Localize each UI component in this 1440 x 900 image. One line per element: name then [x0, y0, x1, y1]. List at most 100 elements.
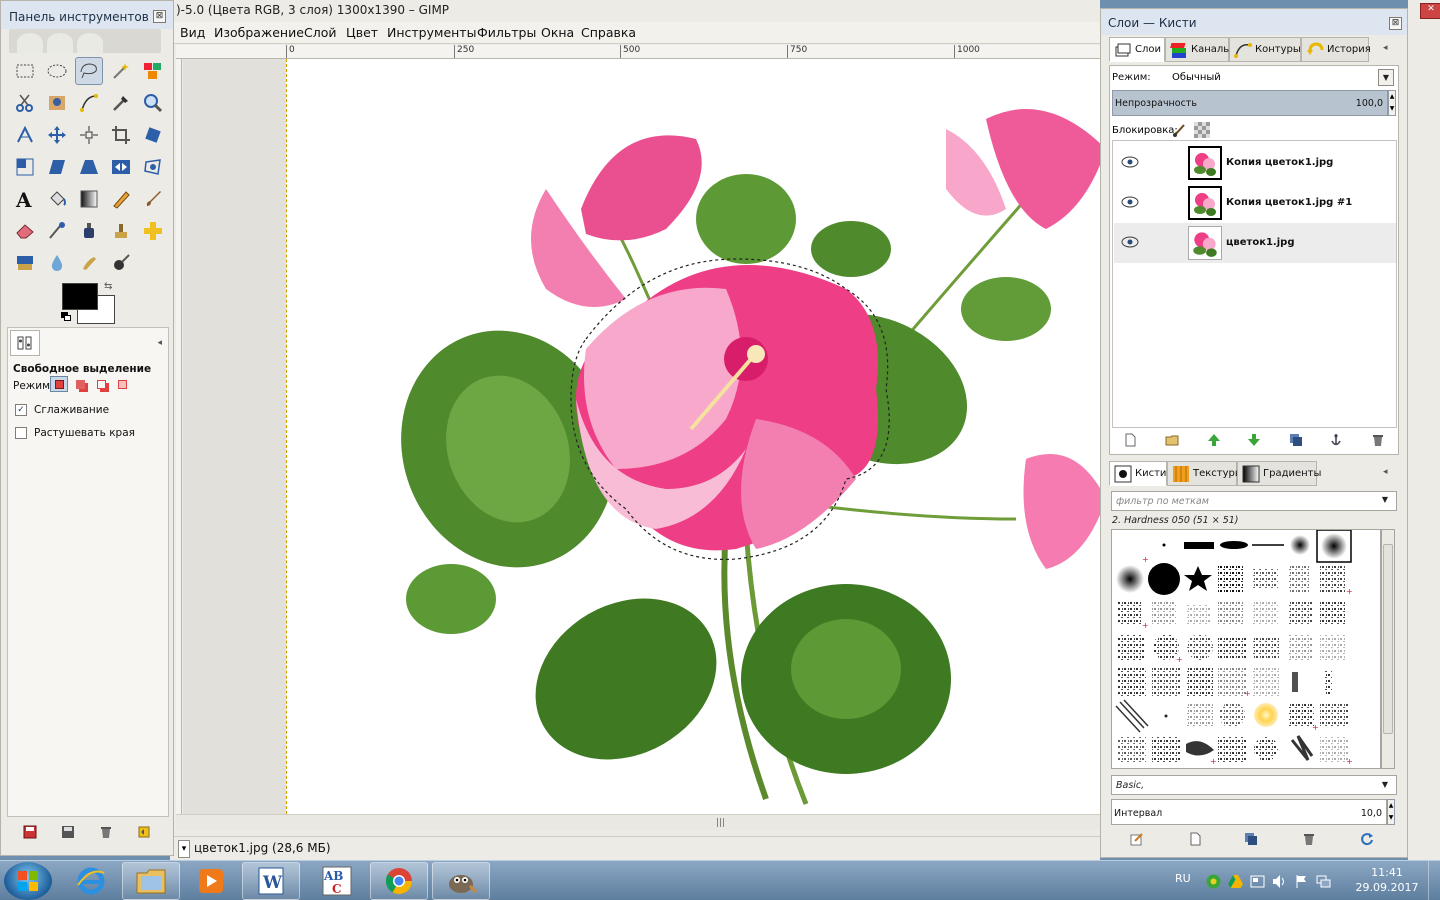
rotate-tool-icon[interactable]	[139, 121, 167, 149]
refresh-brushes-icon[interactable]	[1359, 831, 1375, 847]
flip-tool-icon[interactable]	[107, 153, 135, 181]
horizontal-ruler[interactable]: 0 250 500 750 1000	[176, 45, 1100, 59]
free-select-tool-icon[interactable]	[75, 57, 103, 85]
color-picker-tool-icon[interactable]	[107, 89, 135, 117]
google-drive-icon[interactable]	[1228, 874, 1243, 889]
brushes-panel-collapse-icon[interactable]: ◂	[1383, 467, 1388, 477]
status-dropdown[interactable]: ▾	[178, 840, 190, 858]
scale-tool-icon[interactable]	[11, 153, 39, 181]
new-brush-icon[interactable]	[1187, 831, 1203, 847]
eraser-tool-icon[interactable]	[11, 217, 39, 245]
text-tool-icon[interactable]: A	[11, 185, 39, 213]
visibility-eye-icon[interactable]	[1121, 155, 1139, 169]
dock-close-icon[interactable]: ⊠	[1389, 17, 1402, 30]
shear-tool-icon[interactable]	[43, 153, 71, 181]
anchor-layer-icon[interactable]	[1328, 432, 1344, 448]
antialias-option[interactable]: ✓ Сглаживание	[15, 404, 109, 416]
lock-pixels-icon[interactable]	[1172, 122, 1188, 138]
horizontal-scrollbar[interactable]: |||	[176, 814, 1100, 830]
network-icon[interactable]	[1316, 874, 1331, 889]
lock-alpha-icon[interactable]	[1194, 122, 1210, 138]
brush-grid[interactable]: + + + + + + + +	[1111, 529, 1381, 769]
ellipse-select-tool-icon[interactable]	[43, 57, 71, 85]
move-tool-icon[interactable]	[43, 121, 71, 149]
tab-patterns[interactable]: Текстуры	[1167, 461, 1243, 486]
scroll-grip[interactable]: |||	[716, 818, 725, 828]
edit-brush-icon[interactable]	[1129, 831, 1145, 847]
feather-option[interactable]: Растушевать края	[15, 427, 135, 439]
blur-tool-icon[interactable]	[43, 249, 71, 277]
mode-intersect-button[interactable]	[113, 376, 131, 392]
tray-green-icon[interactable]	[1206, 874, 1221, 889]
airbrush-tool-icon[interactable]	[43, 217, 71, 245]
brush-tag-filter-input[interactable]: фильтр по меткам	[1111, 491, 1397, 511]
taskbar-abc-button[interactable]: AB C	[308, 862, 366, 900]
foreground-color-swatch[interactable]	[62, 283, 98, 310]
spacing-spinner[interactable]: ▲ ▼	[1387, 799, 1395, 825]
tab-brushes[interactable]: Кисти	[1109, 461, 1167, 486]
duplicate-brush-icon[interactable]	[1243, 831, 1259, 847]
layer-row-selected[interactable]: цветок1.jpg	[1114, 223, 1396, 263]
zoom-tool-icon[interactable]	[139, 89, 167, 117]
delete-layer-icon[interactable]	[1370, 432, 1386, 448]
heal-tool-icon[interactable]	[139, 217, 167, 245]
layer-row[interactable]: Копия цветок1.jpg #1	[1114, 183, 1396, 223]
taskbar-gimp-button[interactable]	[432, 862, 490, 900]
restore-options-icon[interactable]	[59, 823, 77, 841]
tab-gradients[interactable]: Градиенты	[1237, 461, 1321, 486]
menu-color[interactable]: Цвет	[346, 25, 378, 40]
fuzzy-select-tool-icon[interactable]	[107, 57, 135, 85]
tray-window-icon[interactable]	[1250, 874, 1265, 889]
tab-history[interactable]: История	[1301, 37, 1371, 62]
rect-select-tool-icon[interactable]	[11, 57, 39, 85]
menu-filters[interactable]: Фильтры	[477, 25, 536, 40]
filter-dropdown-icon[interactable]: ▼	[1377, 492, 1393, 509]
save-options-icon[interactable]	[21, 823, 39, 841]
layer-name[interactable]: Копия цветок1.jpg #1	[1226, 197, 1352, 208]
menu-windows[interactable]: Окна	[541, 25, 574, 40]
show-desktop-button[interactable]	[1428, 861, 1440, 900]
tab-channels[interactable]: Каналы	[1165, 37, 1231, 62]
layer-mode-dropdown-icon[interactable]: ▼	[1378, 69, 1394, 86]
dodge-burn-tool-icon[interactable]	[107, 249, 135, 277]
reset-options-icon[interactable]	[135, 823, 153, 841]
clone-tool-icon[interactable]	[107, 217, 135, 245]
menu-help[interactable]: Справка	[581, 25, 636, 40]
measure-tool-icon[interactable]	[11, 121, 39, 149]
feather-checkbox[interactable]	[15, 427, 27, 439]
mode-add-button[interactable]	[71, 376, 89, 392]
align-tool-icon[interactable]	[75, 121, 103, 149]
clock[interactable]: 11:41 29.09.2017	[1350, 865, 1424, 895]
ink-tool-icon[interactable]	[75, 217, 103, 245]
taskbar-media-button[interactable]	[182, 862, 240, 900]
opacity-spinner[interactable]: ▲ ▼	[1388, 90, 1396, 116]
brush-tags-dropdown-icon[interactable]: ▼	[1377, 777, 1393, 794]
language-indicator[interactable]: RU	[1175, 872, 1191, 885]
canvas[interactable]	[183, 59, 1100, 814]
delete-brush-icon[interactable]	[1301, 831, 1317, 847]
taskbar-explorer-button[interactable]	[122, 862, 180, 900]
crop-tool-icon[interactable]	[107, 121, 135, 149]
brush-tags-input[interactable]: Basic,	[1111, 775, 1397, 795]
layer-name[interactable]: цветок1.jpg	[1226, 237, 1294, 248]
pencil-tool-icon[interactable]	[107, 185, 135, 213]
image-layer[interactable]	[286, 59, 1100, 814]
foreground-select-tool-icon[interactable]	[43, 89, 71, 117]
antialias-checkbox[interactable]: ✓	[15, 404, 27, 416]
opacity-slider[interactable]: Непрозрачность 100,0	[1112, 90, 1388, 116]
layers-panel-collapse-icon[interactable]: ◂	[1383, 43, 1388, 53]
select-by-color-tool-icon[interactable]	[139, 57, 167, 85]
raise-layer-icon[interactable]	[1206, 432, 1222, 448]
action-center-flag-icon[interactable]	[1294, 874, 1309, 889]
tab-paths[interactable]: Контуры	[1229, 37, 1301, 62]
toolbox-close-icon[interactable]: ⊠	[153, 10, 166, 23]
visibility-eye-icon[interactable]	[1121, 235, 1139, 249]
layer-name[interactable]: Копия цветок1.jpg	[1226, 157, 1333, 168]
new-layer-icon[interactable]	[1122, 432, 1138, 448]
duplicate-layer-icon[interactable]	[1288, 432, 1304, 448]
menu-view[interactable]: Вид	[180, 25, 205, 40]
taskbar-word-button[interactable]: W	[242, 862, 300, 900]
spacing-slider[interactable]: Интервал 10,0	[1111, 799, 1387, 825]
paths-tool-icon[interactable]	[75, 89, 103, 117]
brush-grid-scrollbar[interactable]	[1381, 529, 1395, 769]
